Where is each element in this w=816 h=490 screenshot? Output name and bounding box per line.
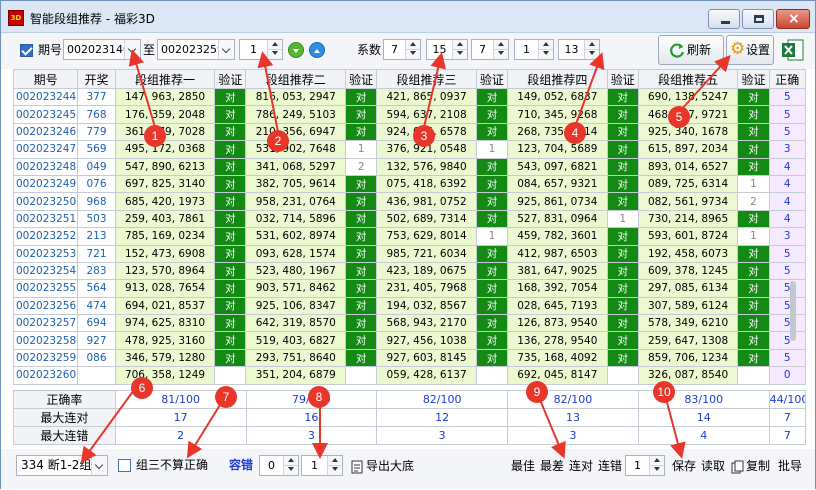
marker-6: 6 (131, 377, 153, 399)
marker-9: 9 (526, 381, 548, 403)
marker-10: 10 (653, 381, 675, 403)
arrow-10 (664, 394, 686, 459)
marker-2: 2 (267, 130, 289, 152)
arrow-9 (537, 394, 566, 459)
arrow-6 (80, 389, 135, 464)
marker-5: 5 (668, 106, 690, 128)
arrow-4 (575, 52, 605, 125)
main-window: 3D 智能段组推荐 - 福彩3D × 期号 002023140 至 002023… (0, 0, 816, 489)
arrow-2 (257, 51, 279, 133)
arrow-7 (186, 399, 224, 459)
marker-3: 3 (413, 125, 435, 147)
marker-1: 1 (144, 125, 166, 147)
marker-8: 8 (308, 386, 330, 408)
annotation-arrows (80, 49, 731, 464)
arrow-3 (423, 52, 446, 128)
arrow-5 (680, 55, 731, 111)
marker-4: 4 (564, 122, 586, 144)
arrow-1 (128, 49, 156, 128)
marker-7: 7 (215, 386, 237, 408)
